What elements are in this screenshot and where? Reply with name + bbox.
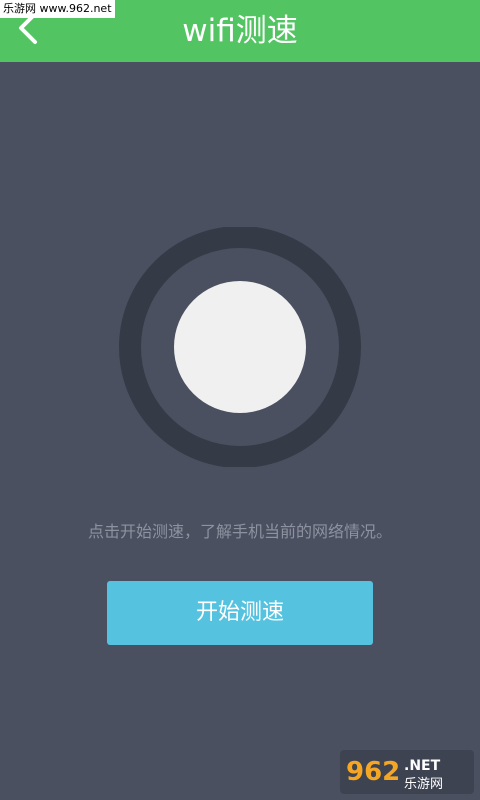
hint-text: 点击开始测速，了解手机当前的网络情况。 [87, 522, 392, 541]
app-screen: 乐游网 www.962.net wifi测速 点击开始测速，了解手机当前的网络情… [0, 0, 480, 800]
watermark-logo: 962 .NET 乐游网 [340, 750, 474, 794]
start-test-button[interactable]: 开始测速 [107, 581, 373, 645]
logo-number: 962 [346, 757, 400, 787]
speed-gauge [119, 227, 361, 467]
logo-suffix: .NET [404, 758, 441, 774]
watermark-top: 乐游网 www.962.net [0, 0, 115, 18]
logo-cn: 乐游网 [404, 777, 443, 792]
gauge-center [174, 281, 306, 413]
